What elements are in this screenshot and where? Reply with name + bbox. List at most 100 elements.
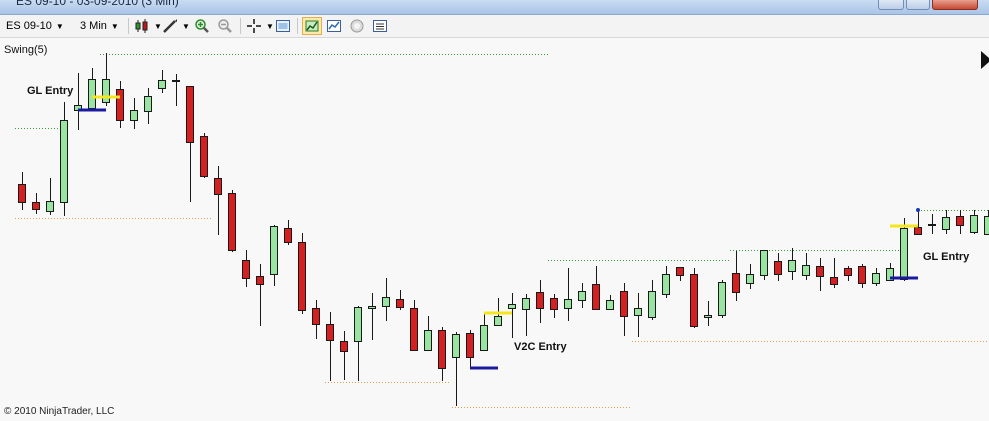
chart-trader-icon [350, 19, 364, 33]
down-candle [956, 216, 964, 226]
data-box-button[interactable] [372, 17, 388, 35]
down-candle [816, 266, 824, 277]
down-candle [550, 298, 558, 310]
up-candle [662, 274, 670, 295]
up-candle [354, 307, 362, 342]
toolbar-divider [240, 18, 241, 34]
chevron-down-icon: ▼ [110, 21, 119, 31]
gl-entry-label-2: GL Entry [923, 251, 970, 263]
chart-trader-button[interactable] [349, 17, 365, 35]
up-candle [578, 291, 586, 301]
up-candle [564, 299, 572, 309]
down-candle [116, 89, 124, 121]
up-candle [746, 274, 754, 284]
down-candle [858, 266, 866, 284]
close-button[interactable] [932, 0, 978, 10]
up-candle [900, 228, 908, 280]
down-candle [256, 276, 264, 285]
up-candle [130, 110, 138, 121]
crosshair-icon [247, 19, 261, 33]
down-candle [774, 261, 782, 275]
up-candle [508, 304, 516, 309]
up-candle [760, 250, 768, 276]
toolbar-divider [128, 18, 129, 34]
down-candle [200, 136, 208, 177]
crosshair-button[interactable]: ▼ [246, 17, 274, 35]
down-candle [830, 277, 838, 285]
up-candle [172, 80, 180, 82]
v2c-entry-label: V2C Entry [514, 341, 567, 353]
down-candle [18, 184, 26, 203]
scroll-right-icon [981, 51, 989, 69]
down-candle [228, 193, 236, 251]
up-candle [970, 215, 978, 233]
down-candle [396, 299, 404, 308]
interval-label: 3 Min [80, 20, 107, 32]
chevron-down-icon: ▼ [182, 21, 190, 31]
up-candle [46, 201, 54, 212]
down-candle [690, 274, 698, 327]
strategies-button[interactable] [302, 17, 322, 35]
down-candle [676, 267, 684, 276]
gl-entry-label: GL Entry [27, 85, 74, 97]
copyright-text: © 2010 NinjaTrader, LLC [4, 406, 115, 417]
up-candle [144, 96, 152, 112]
zoom-in-icon [195, 19, 209, 33]
zoom-out-icon [218, 19, 232, 33]
down-candle [620, 291, 628, 317]
window-title: ES 09-10 - 03-09-2010 (3 Min) [16, 0, 179, 8]
down-candle [914, 227, 922, 235]
down-candle [732, 273, 740, 293]
price-chart[interactable] [0, 38, 989, 421]
zoom-out-button[interactable] [217, 17, 233, 35]
up-candle [368, 306, 376, 309]
chart-toolbar: ES 09-10 ▼ 3 Min ▼ ▼ ▼ ▼ [0, 15, 989, 38]
data-box-icon [373, 20, 387, 32]
down-candle [592, 284, 600, 310]
down-candle [844, 268, 852, 276]
candlestick-style-button[interactable]: ▼ [134, 17, 162, 35]
up-candle [494, 316, 502, 326]
up-candle [382, 297, 390, 307]
chart-panel[interactable]: Swing(5) GL Entry V2C Entry GL Entry © 2… [0, 38, 989, 421]
down-candle [312, 308, 320, 325]
up-candle [648, 291, 656, 318]
instrument-selector[interactable]: ES 09-10 ▼ [6, 17, 64, 35]
down-candle [298, 242, 306, 311]
up-candle [522, 298, 530, 310]
interval-selector[interactable]: 3 Min ▼ [80, 17, 119, 35]
window-titlebar: ES 09-10 - 03-09-2010 (3 Min) [0, 0, 989, 15]
down-candle [32, 202, 40, 210]
up-candle [102, 79, 110, 103]
down-candle [438, 330, 446, 369]
up-candle [634, 308, 642, 316]
down-candle [326, 324, 334, 341]
up-candle [704, 315, 712, 318]
indicators-icon [327, 20, 341, 32]
up-candle [942, 217, 950, 230]
zoom-in-button[interactable] [194, 17, 210, 35]
up-candle [424, 330, 432, 351]
maximize-button[interactable] [906, 0, 930, 10]
down-candle [186, 86, 194, 143]
indicator-label: Swing(5) [4, 44, 48, 56]
down-candle [340, 341, 348, 352]
up-candle [270, 226, 278, 275]
up-candle [452, 334, 460, 358]
up-candle [984, 216, 989, 235]
up-candle [480, 325, 488, 351]
indicators-button[interactable] [326, 17, 342, 35]
up-candle [60, 120, 68, 203]
chevron-down-icon: ▼ [266, 21, 274, 31]
candlestick-style-icon [135, 19, 148, 33]
up-candle [88, 79, 96, 109]
minimize-button[interactable] [878, 0, 904, 10]
up-candle [872, 273, 880, 284]
down-candle [284, 228, 292, 243]
up-candle [788, 260, 796, 272]
drawing-tools-button[interactable]: ▼ [162, 17, 190, 35]
down-candle [214, 178, 222, 195]
properties-icon [276, 20, 290, 32]
properties-button[interactable] [275, 17, 291, 35]
down-candle [410, 308, 418, 351]
